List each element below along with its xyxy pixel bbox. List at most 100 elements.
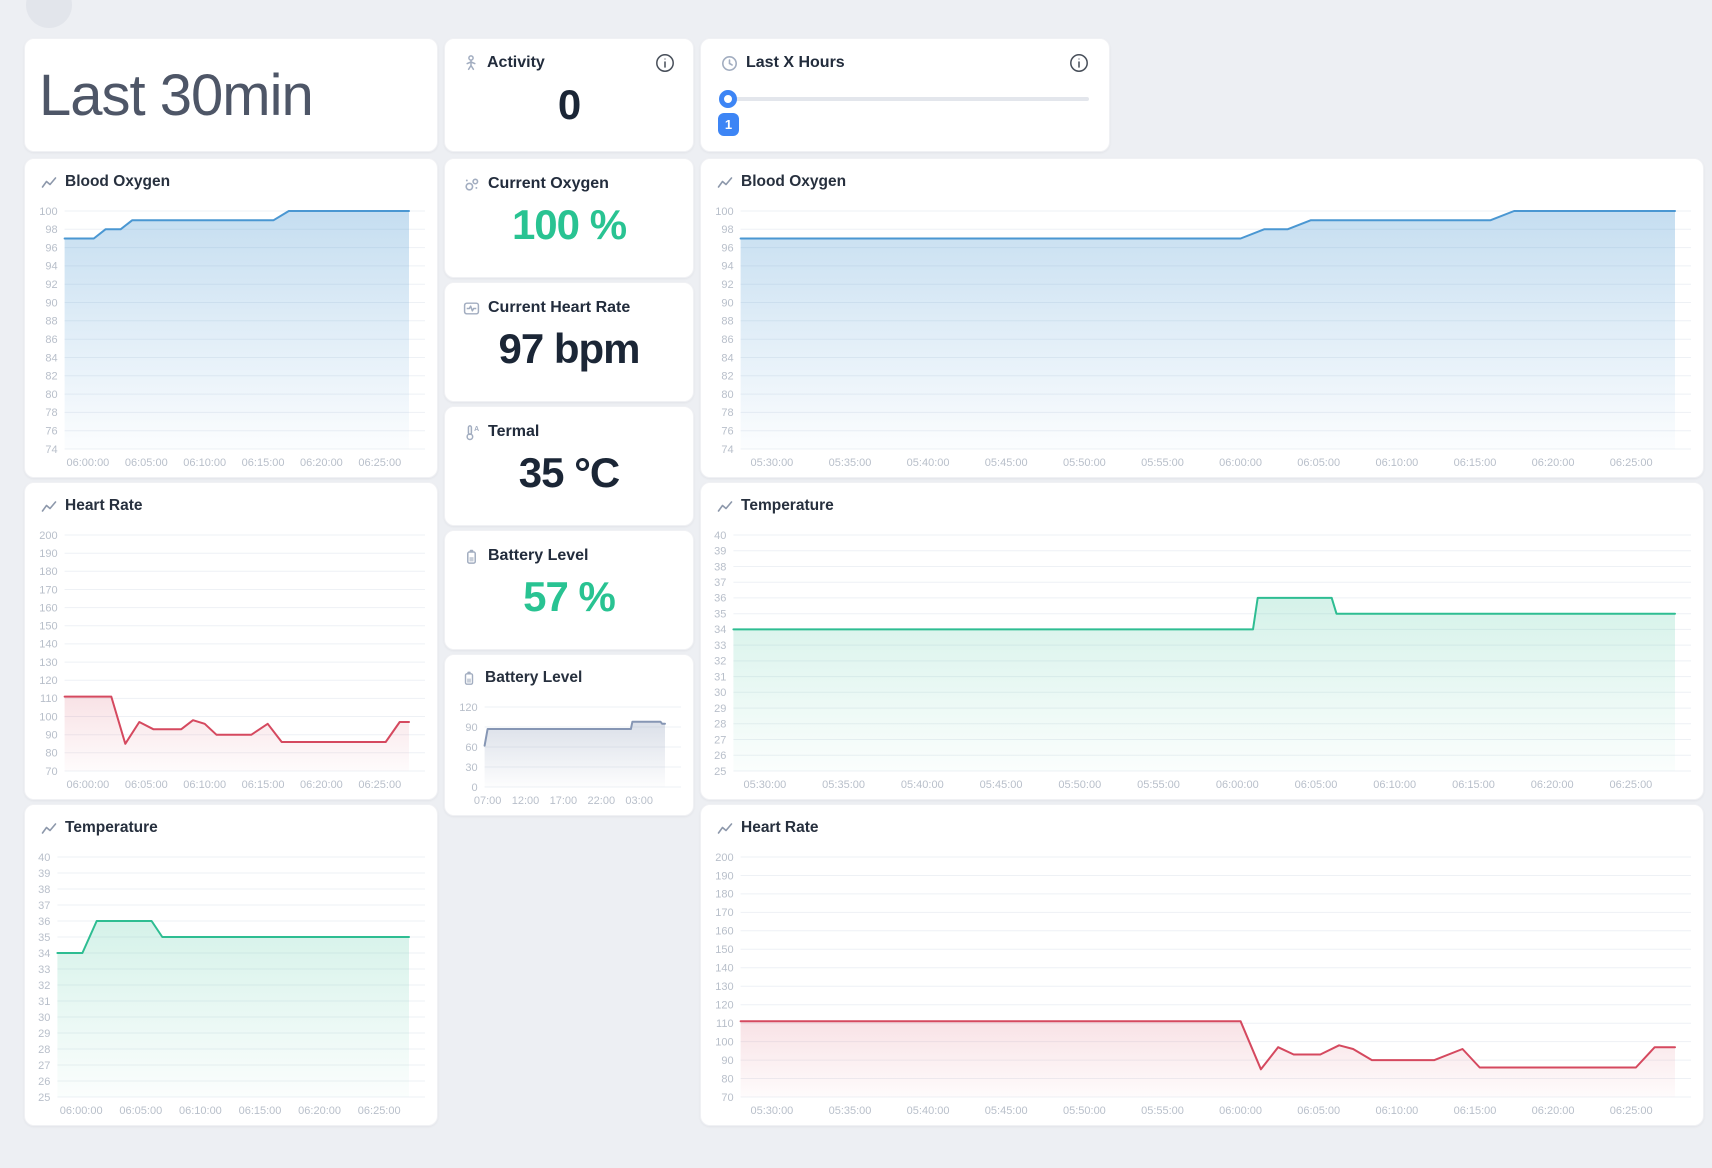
svg-text:88: 88 <box>45 316 57 328</box>
svg-text:06:15:00: 06:15:00 <box>242 457 285 469</box>
blood-oxygen-chart-30min: 1009896949290888684828078767406:00:0006:… <box>33 203 429 471</box>
blood-oxygen-chart-card-hours: Blood Oxygen 100989694929088868482807876… <box>700 158 1704 478</box>
svg-text:90: 90 <box>465 722 477 734</box>
battery-icon <box>463 548 480 565</box>
chart-title: Temperature <box>741 497 834 515</box>
svg-text:100: 100 <box>715 1036 733 1048</box>
svg-text:25: 25 <box>38 1092 50 1104</box>
svg-text:06:10:00: 06:10:00 <box>183 779 226 791</box>
svg-text:0: 0 <box>471 782 477 794</box>
chart-title: Battery Level <box>485 669 582 687</box>
svg-text:130: 130 <box>39 657 57 669</box>
info-icon[interactable] <box>655 53 675 73</box>
svg-text:06:00:00: 06:00:00 <box>60 1105 103 1117</box>
svg-text:70: 70 <box>45 766 57 778</box>
svg-text:05:40:00: 05:40:00 <box>901 779 944 791</box>
temperature-chart-card-30min: Temperature 4039383736353433323130292827… <box>24 804 438 1126</box>
blood-oxygen-chart-card-30min: Blood Oxygen 100989694929088868482807876… <box>24 158 438 478</box>
activity-label: Activity <box>487 54 545 72</box>
svg-text:120: 120 <box>39 675 57 687</box>
svg-text:28: 28 <box>38 1044 50 1056</box>
heart-rate-chart-card-hours: Heart Rate 20019018017016015014013012011… <box>700 804 1704 1126</box>
svg-text:17:00: 17:00 <box>550 795 578 807</box>
svg-text:06:25:00: 06:25:00 <box>1610 1105 1653 1117</box>
hours-slider-value-badge: 1 <box>718 113 739 136</box>
svg-text:110: 110 <box>40 693 58 705</box>
svg-text:32: 32 <box>714 656 726 668</box>
svg-text:06:00:00: 06:00:00 <box>66 779 109 791</box>
svg-text:35: 35 <box>714 609 726 621</box>
svg-text:29: 29 <box>714 703 726 715</box>
battery-level-chart: 120906030007:0012:0017:0022:0003:00 <box>453 699 685 809</box>
svg-text:05:55:00: 05:55:00 <box>1141 457 1184 469</box>
svg-text:80: 80 <box>721 1073 733 1085</box>
svg-text:190: 190 <box>39 548 57 560</box>
svg-text:06:20:00: 06:20:00 <box>1532 1105 1575 1117</box>
stat-label: Current Oxygen <box>488 175 609 193</box>
svg-text:05:30:00: 05:30:00 <box>743 779 786 791</box>
svg-text:170: 170 <box>715 907 733 919</box>
svg-text:36: 36 <box>714 593 726 605</box>
thermal-card: A Termal 35 °C <box>444 406 694 526</box>
svg-text:33: 33 <box>38 964 50 976</box>
svg-text:06:05:00: 06:05:00 <box>125 779 168 791</box>
stat-label: Termal <box>488 423 539 441</box>
svg-text:160: 160 <box>715 926 733 938</box>
svg-text:06:15:00: 06:15:00 <box>1452 779 1495 791</box>
svg-text:06:20:00: 06:20:00 <box>300 779 343 791</box>
svg-text:30: 30 <box>38 1012 50 1024</box>
svg-text:32: 32 <box>38 980 50 992</box>
svg-text:31: 31 <box>714 671 726 683</box>
svg-text:96: 96 <box>45 242 57 254</box>
svg-text:05:40:00: 05:40:00 <box>907 1105 950 1117</box>
svg-text:80: 80 <box>721 389 733 401</box>
svg-text:37: 37 <box>714 577 726 589</box>
hours-slider-handle[interactable] <box>719 90 737 108</box>
svg-text:92: 92 <box>721 279 733 291</box>
svg-text:27: 27 <box>38 1060 50 1072</box>
svg-text:90: 90 <box>721 297 733 309</box>
svg-text:120: 120 <box>715 1000 733 1012</box>
chart-title: Blood Oxygen <box>65 173 170 191</box>
hours-slider-track[interactable]: 1 <box>721 97 1089 101</box>
svg-text:150: 150 <box>39 621 57 633</box>
svg-text:05:50:00: 05:50:00 <box>1063 457 1106 469</box>
svg-text:130: 130 <box>715 981 733 993</box>
svg-text:06:20:00: 06:20:00 <box>300 457 343 469</box>
avatar[interactable] <box>26 0 72 28</box>
svg-text:37: 37 <box>38 900 50 912</box>
svg-text:06:25:00: 06:25:00 <box>358 779 401 791</box>
svg-text:200: 200 <box>39 530 57 542</box>
svg-text:05:35:00: 05:35:00 <box>822 779 865 791</box>
svg-text:28: 28 <box>714 719 726 731</box>
svg-text:94: 94 <box>45 261 57 273</box>
blood-oxygen-chart-hours: 1009896949290888684828078767405:30:0005:… <box>709 203 1695 471</box>
page-title: Last 30min <box>25 62 313 129</box>
svg-text:25: 25 <box>714 766 726 778</box>
svg-text:78: 78 <box>721 407 733 419</box>
hours-label: Last X Hours <box>746 54 845 72</box>
svg-text:26: 26 <box>714 750 726 762</box>
svg-text:92: 92 <box>45 279 57 291</box>
svg-text:82: 82 <box>45 371 57 383</box>
svg-text:39: 39 <box>714 546 726 558</box>
svg-text:05:50:00: 05:50:00 <box>1063 1105 1106 1117</box>
trend-line-icon <box>717 499 733 514</box>
svg-text:05:55:00: 05:55:00 <box>1141 1105 1184 1117</box>
thermometer-icon: A <box>463 424 480 441</box>
stat-label: Battery Level <box>488 547 589 565</box>
pulse-monitor-icon <box>463 300 480 317</box>
svg-text:98: 98 <box>721 224 733 236</box>
svg-text:06:20:00: 06:20:00 <box>1531 779 1574 791</box>
thermal-value: 35 °C <box>463 449 675 497</box>
svg-text:30: 30 <box>714 687 726 699</box>
svg-text:38: 38 <box>38 884 50 896</box>
svg-text:A: A <box>474 425 479 432</box>
svg-text:27: 27 <box>714 734 726 746</box>
info-icon[interactable] <box>1069 53 1089 73</box>
svg-text:06:15:00: 06:15:00 <box>1454 1105 1497 1117</box>
svg-text:90: 90 <box>45 730 57 742</box>
svg-text:40: 40 <box>714 530 726 542</box>
svg-text:03:00: 03:00 <box>625 795 653 807</box>
health-dashboard: Last 30min Activity 0 Last <box>0 0 1712 1168</box>
